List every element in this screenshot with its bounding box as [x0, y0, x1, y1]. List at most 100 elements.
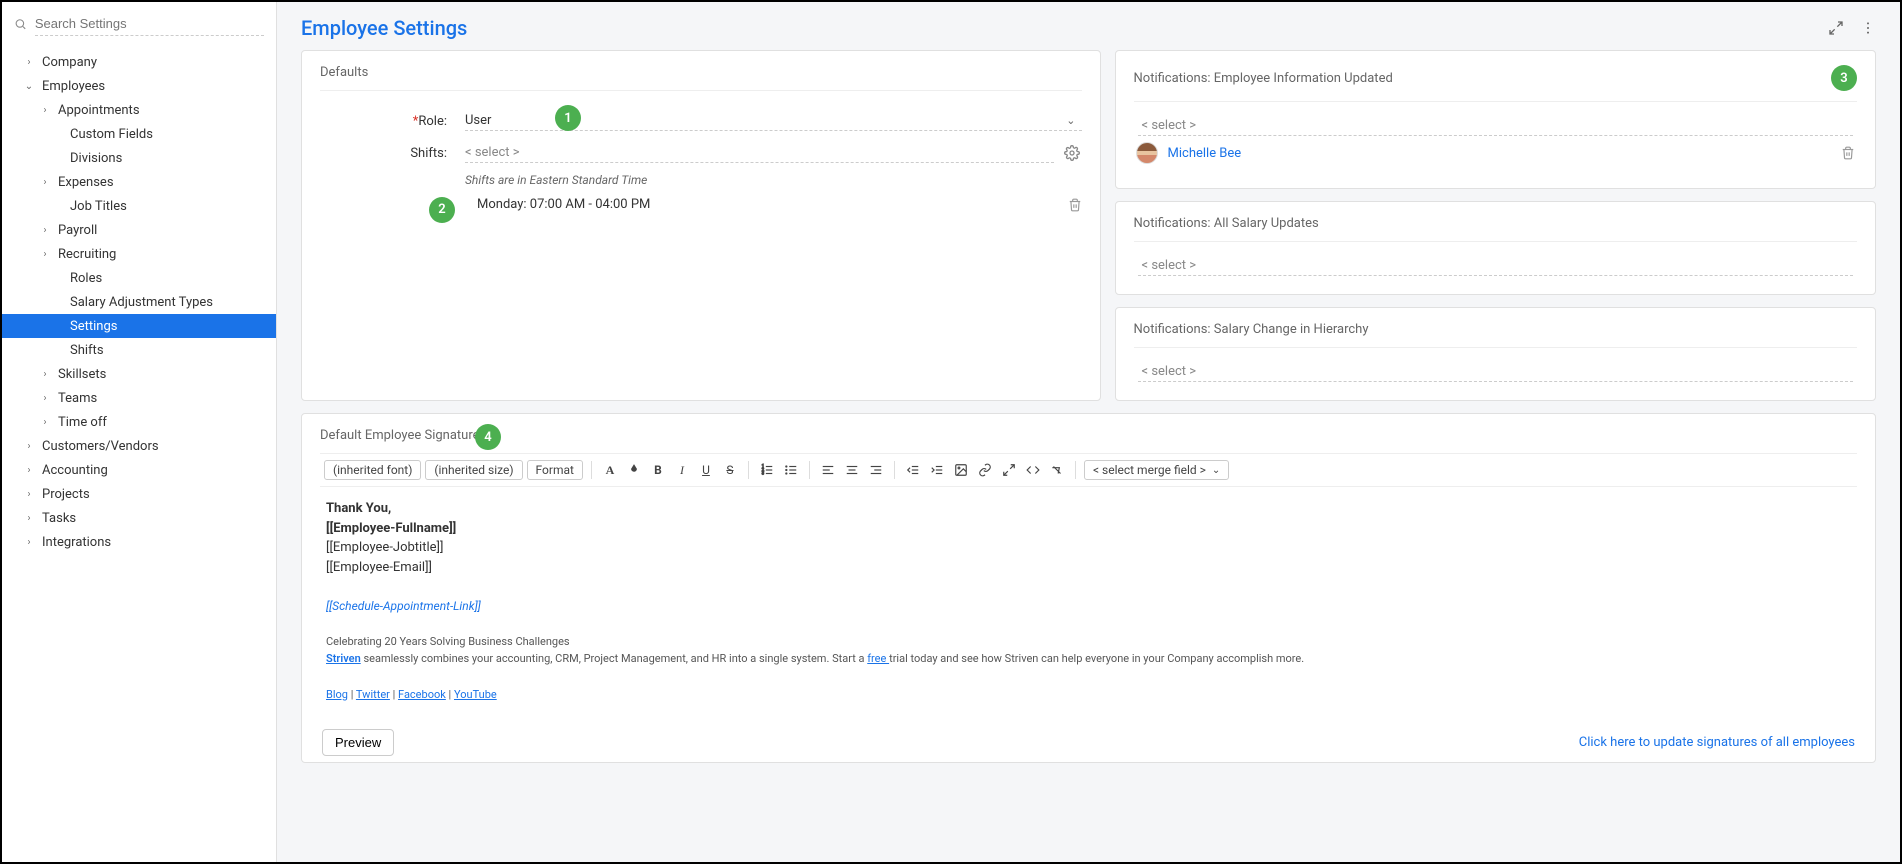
chevron-right-icon: ›: [38, 105, 52, 116]
twitter-link[interactable]: Twitter: [356, 688, 390, 701]
fullscreen-icon[interactable]: [999, 460, 1019, 480]
sig-line2: [[Employee-Fullname]]: [326, 519, 1851, 539]
notif-panel-salary-updates: Notifications: All Salary Updates < sele…: [1115, 201, 1877, 295]
nav-item-settings[interactable]: Settings: [2, 314, 276, 338]
nav-item-label: Skillsets: [58, 367, 106, 382]
signature-footer: Preview Click here to update signatures …: [320, 723, 1857, 756]
notif-salary-title: Notifications: All Salary Updates: [1134, 216, 1858, 242]
underline-icon[interactable]: U: [696, 460, 716, 480]
defaults-title: Defaults: [320, 65, 1082, 91]
nav-item-skillsets[interactable]: ›Skillsets: [2, 362, 276, 386]
nav-item-salary-adjustment-types[interactable]: Salary Adjustment Types: [2, 290, 276, 314]
strike-icon[interactable]: S: [720, 460, 740, 480]
preview-button[interactable]: Preview: [322, 729, 394, 756]
notif-hierarchy-title: Notifications: Salary Change in Hierarch…: [1134, 322, 1858, 348]
nav-item-label: Salary Adjustment Types: [70, 295, 213, 310]
chevron-right-icon: ›: [22, 441, 36, 452]
role-label: *Role:: [320, 114, 465, 129]
nav-item-custom-fields[interactable]: Custom Fields: [2, 122, 276, 146]
nav-item-tasks[interactable]: ›Tasks: [2, 506, 276, 530]
chevron-right-icon: ›: [38, 225, 52, 236]
ul-icon[interactable]: [781, 460, 801, 480]
bold-icon[interactable]: B: [648, 460, 668, 480]
nav-item-accounting[interactable]: ›Accounting: [2, 458, 276, 482]
nav-item-integrations[interactable]: ›Integrations: [2, 530, 276, 554]
sig-line5: [[Schedule-Appointment-Link]]: [326, 597, 1851, 615]
notif-panel-emp-info: Notifications: Employee Information Upda…: [1115, 50, 1877, 189]
sig-line3: [[Employee-Jobtitle]]: [326, 538, 1851, 558]
text-color-icon[interactable]: A: [600, 460, 620, 480]
shifts-row: Shifts: < select >: [320, 137, 1082, 169]
nav-item-label: Accounting: [42, 463, 108, 478]
code-icon[interactable]: [1023, 460, 1043, 480]
shifts-select[interactable]: < select >: [465, 143, 1054, 163]
sig-line1: Thank You,: [326, 499, 1851, 519]
editor-toolbar: (inherited font) (inherited size) Format…: [320, 453, 1857, 487]
nav-item-appointments[interactable]: › Appointments: [2, 98, 276, 122]
nav-item-label: Company: [42, 55, 97, 70]
italic-icon[interactable]: I: [672, 460, 692, 480]
chevron-right-icon: ›: [38, 177, 52, 188]
nav-item-shifts[interactable]: Shifts: [2, 338, 276, 362]
outdent-icon[interactable]: [903, 460, 923, 480]
nav-item-label: Employees: [42, 79, 105, 94]
notif-salary-select[interactable]: < select >: [1138, 256, 1854, 276]
nav-item-job-titles[interactable]: Job Titles: [2, 194, 276, 218]
top-row: Defaults *Role: User 1 ⌄ Shifts: < selec…: [301, 50, 1876, 401]
nav-item-expenses[interactable]: › Expenses: [2, 170, 276, 194]
gear-icon[interactable]: [1064, 145, 1080, 161]
nav-item-customers-vendors[interactable]: ›Customers/Vendors: [2, 434, 276, 458]
search-input[interactable]: [35, 12, 264, 36]
nav-item-projects[interactable]: ›Projects: [2, 482, 276, 506]
nav-item-divisions[interactable]: Divisions: [2, 146, 276, 170]
notif-panel-salary-hierarchy: Notifications: Salary Change in Hierarch…: [1115, 307, 1877, 401]
clear-format-icon[interactable]: [1047, 460, 1067, 480]
user-link[interactable]: Michelle Bee: [1168, 146, 1242, 161]
font-select[interactable]: (inherited font): [324, 460, 421, 480]
align-right-icon[interactable]: [866, 460, 886, 480]
merge-field-select[interactable]: < select merge field >⌄: [1084, 460, 1229, 480]
indent-icon[interactable]: [927, 460, 947, 480]
nav-item-company[interactable]: ›Company: [2, 50, 276, 74]
nav-item-payroll[interactable]: ›Payroll: [2, 218, 276, 242]
expand-icon[interactable]: [1828, 20, 1844, 36]
nav-item-time-off[interactable]: ›Time off: [2, 410, 276, 434]
facebook-link[interactable]: Facebook: [398, 688, 446, 701]
notif-hierarchy-select[interactable]: < select >: [1138, 362, 1854, 382]
main: Employee Settings Defaults *Role: User 1…: [277, 2, 1900, 862]
format-select[interactable]: Format: [527, 460, 583, 480]
nav-item-teams[interactable]: ›Teams: [2, 386, 276, 410]
chevron-down-icon: ⌄: [22, 81, 36, 92]
fill-color-icon[interactable]: [624, 460, 644, 480]
link-icon[interactable]: [975, 460, 995, 480]
nav-item-label: Expenses: [58, 175, 114, 190]
update-signatures-link[interactable]: Click here to update signatures of all e…: [1579, 735, 1855, 750]
callout-badge-1: 1: [555, 105, 581, 131]
signature-editor[interactable]: Thank You, [[Employee-Fullname]] [[Emplo…: [320, 487, 1857, 723]
image-icon[interactable]: [951, 460, 971, 480]
trash-icon[interactable]: [1841, 146, 1855, 160]
sig-line4: [[Employee-Email]]: [326, 558, 1851, 578]
role-select[interactable]: User 1 ⌄: [465, 111, 1082, 131]
shift-item: Monday: 07:00 AM - 04:00 PM: [465, 193, 1082, 216]
sidebar: ›Company⌄Employees›AppointmentsCustom Fi…: [2, 2, 277, 862]
notif-emp-info-select[interactable]: < select >: [1138, 116, 1854, 136]
chevron-right-icon: ›: [22, 537, 36, 548]
nav-item-employees[interactable]: ⌄ Employees: [2, 74, 276, 98]
nav-item-roles[interactable]: Roles: [2, 266, 276, 290]
nav-item-label: Divisions: [70, 151, 122, 166]
ol-icon[interactable]: 123: [757, 460, 777, 480]
role-row: *Role: User 1 ⌄: [320, 105, 1082, 137]
trash-icon[interactable]: [1068, 198, 1082, 212]
blog-link[interactable]: Blog: [326, 688, 348, 701]
signature-panel: Default Employee Signature 4 (inherited …: [301, 413, 1876, 763]
more-icon[interactable]: [1860, 20, 1876, 36]
align-left-icon[interactable]: [818, 460, 838, 480]
youtube-link[interactable]: YouTube: [454, 688, 497, 701]
align-center-icon[interactable]: [842, 460, 862, 480]
size-select[interactable]: (inherited size): [425, 460, 522, 480]
chevron-right-icon: ›: [22, 489, 36, 500]
nav-item-recruiting[interactable]: ›Recruiting: [2, 242, 276, 266]
nav-item-label: Appointments: [58, 103, 140, 118]
sig-line6: Celebrating 20 Years Solving Business Ch…: [326, 634, 1851, 651]
